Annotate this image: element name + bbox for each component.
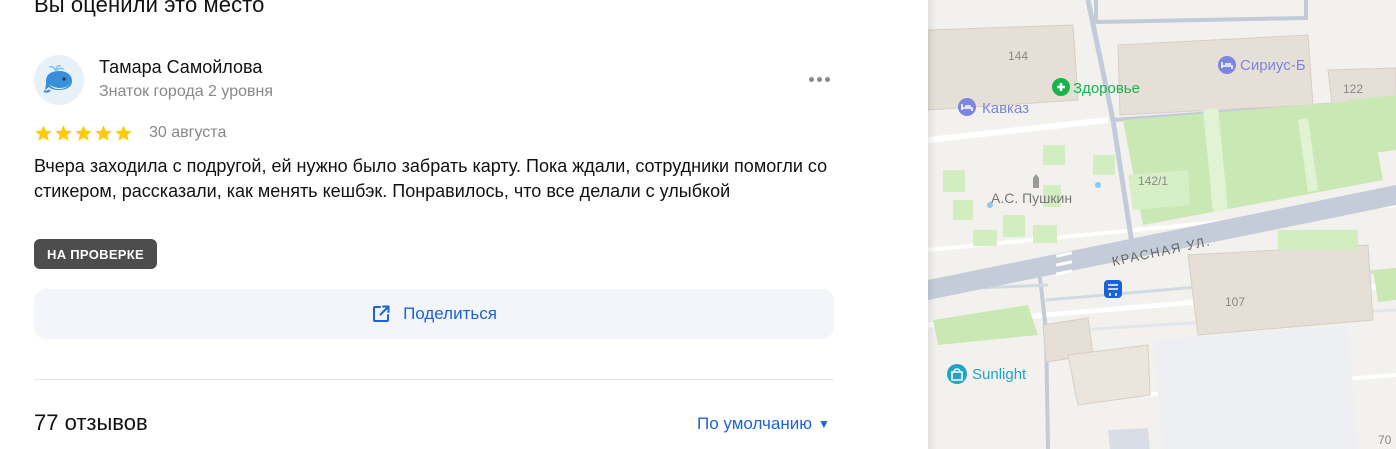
- map-canvas[interactable]: 144 122 142/1 107 70 Здоровье Сириус-Б К…: [928, 0, 1396, 449]
- author-name[interactable]: Тамара Самойлова: [99, 57, 262, 78]
- reviews-count: 77 отзывов: [34, 410, 148, 435]
- divider: [34, 379, 834, 380]
- poi-transit[interactable]: [1104, 280, 1122, 298]
- more-dots-icon: [808, 76, 814, 82]
- sort-label: По умолчанию: [697, 414, 812, 433]
- star-icon: [55, 125, 72, 141]
- poi-label-zdorovye: Здоровье: [1073, 80, 1140, 97]
- poi-label-sunlight: Sunlight: [972, 366, 1027, 383]
- poi-label-sirius: Сириус-Б: [1240, 57, 1306, 74]
- review-date: 30 августа: [149, 124, 227, 141]
- status-badge: НА ПРОВЕРКЕ: [34, 239, 157, 269]
- star-icon: [95, 125, 112, 141]
- map-label-144: 144: [1008, 49, 1028, 63]
- poi-pharmacy[interactable]: Здоровье: [1052, 78, 1140, 97]
- poi-hotel-sirius[interactable]: Сириус-Б: [1218, 56, 1306, 74]
- review-panel: Вы оценили это место Тамара Самойлова Зн…: [0, 0, 928, 449]
- hotel-icon: [1218, 56, 1236, 74]
- more-options-button[interactable]: [803, 70, 835, 88]
- map-label-142-1: 142/1: [1138, 174, 1168, 188]
- whale-avatar-icon: [43, 65, 72, 93]
- review-text: Вчера заходила с подругой, ей нужно было…: [34, 156, 828, 201]
- poi-shop-sunlight[interactable]: Sunlight: [947, 364, 1027, 384]
- sort-dropdown[interactable]: По умолчанию ▼: [697, 414, 830, 434]
- poi-label-pushkin[interactable]: А.С. Пушкин: [991, 190, 1072, 206]
- shopping-bag-icon: [947, 364, 967, 384]
- star-icon: [75, 125, 92, 141]
- avatar[interactable]: [34, 55, 84, 105]
- rating-stars: [34, 124, 133, 143]
- map-edge-shadow: [928, 0, 936, 449]
- map-label-122: 122: [1343, 82, 1363, 96]
- share-icon: [373, 305, 390, 322]
- poi-hotel-kavkaz[interactable]: Кавказ: [958, 98, 1029, 117]
- map-label-70: 70: [1378, 433, 1392, 447]
- star-icon: [35, 125, 52, 141]
- share-button-label: Поделиться: [403, 304, 497, 323]
- chevron-down-icon: ▼: [817, 417, 830, 431]
- map[interactable]: 144 122 142/1 107 70 Здоровье Сириус-Б К…: [928, 0, 1396, 449]
- map-label-107: 107: [1225, 295, 1245, 309]
- page-title: Вы оценили это место: [34, 0, 265, 17]
- share-button[interactable]: Поделиться: [34, 289, 834, 339]
- hotel-icon: [958, 98, 976, 116]
- poi-label-kavkaz: Кавказ: [982, 100, 1029, 117]
- author-level: Знаток города 2 уровня: [99, 83, 274, 100]
- star-icon: [115, 125, 132, 141]
